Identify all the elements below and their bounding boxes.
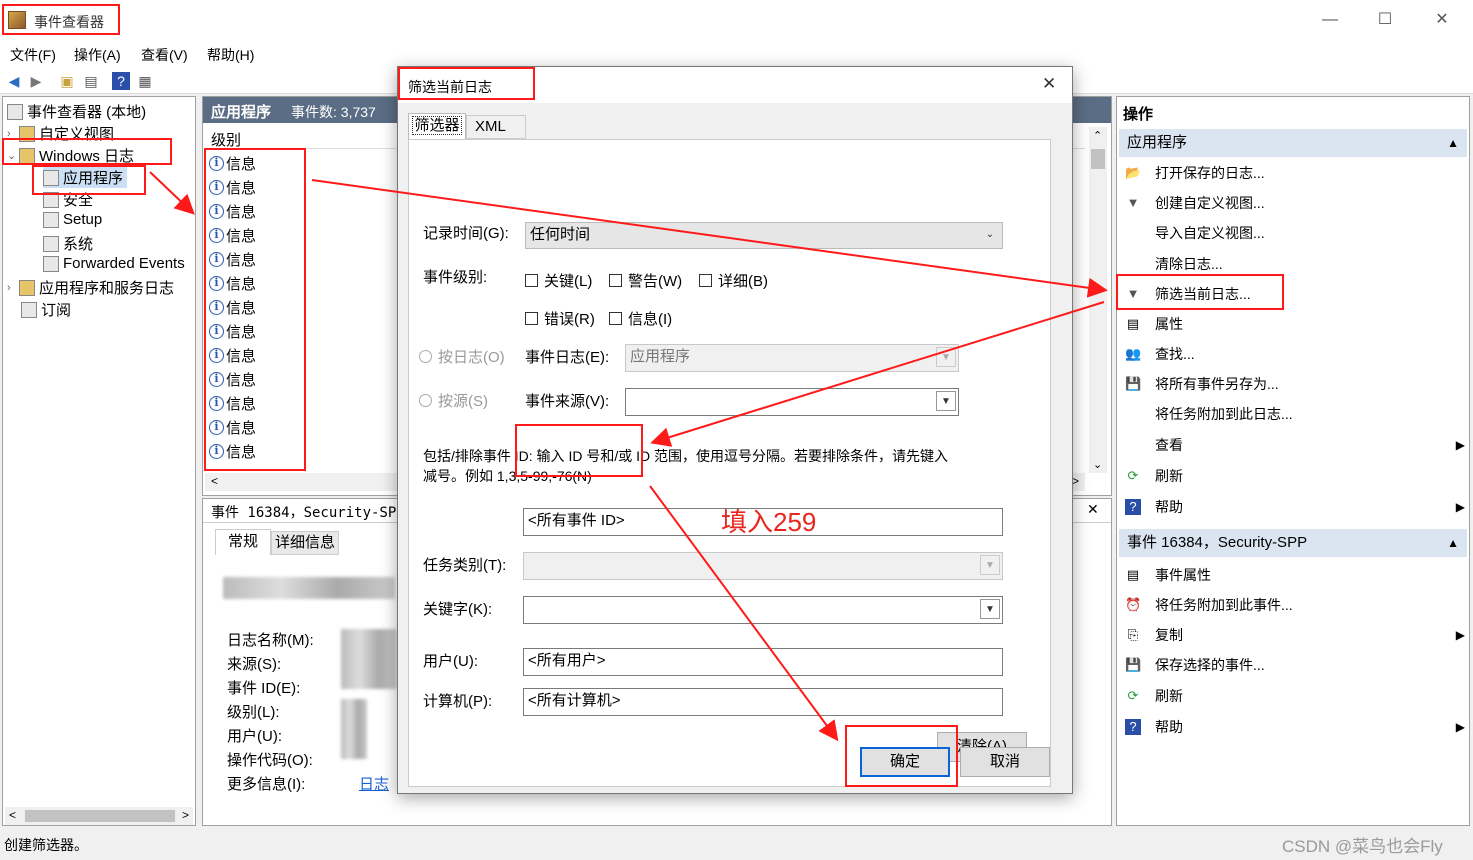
arrow-rows-to-filter [311, 179, 1108, 298]
annotation-arrows [149, 171, 1108, 742]
arrow-filter-to-eventid [650, 301, 1105, 447]
arrow-app-to-rows [149, 171, 195, 215]
arrow-eventid-to-ok [649, 485, 839, 742]
